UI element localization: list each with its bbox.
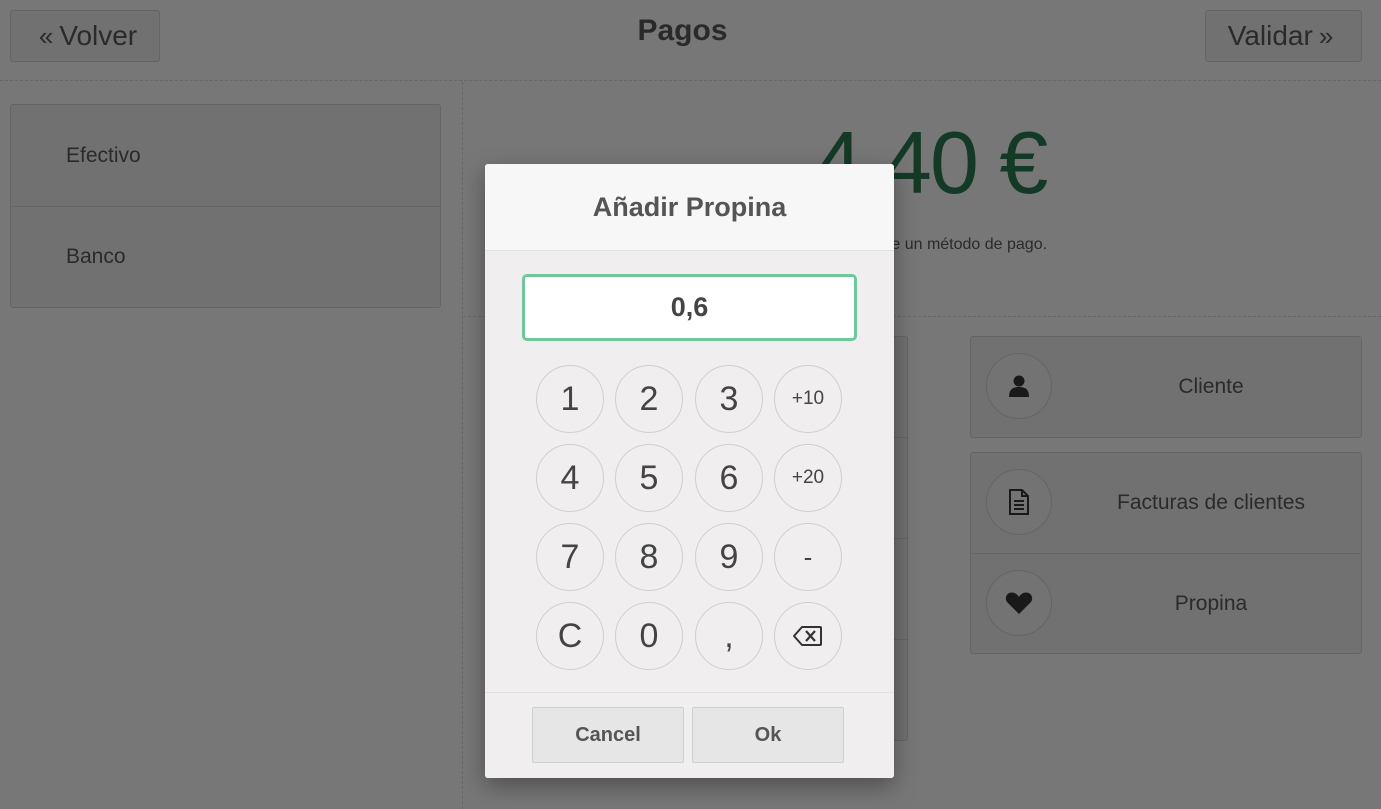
key-7[interactable]: 7 <box>536 523 604 591</box>
key-clear[interactable]: C <box>536 602 604 670</box>
backspace-icon <box>793 625 823 647</box>
dialog-title: Añadir Propina <box>485 164 894 251</box>
tip-amount-input[interactable]: 0,6 <box>522 274 857 341</box>
cancel-button[interactable]: Cancel <box>532 707 684 763</box>
key-plus-20[interactable]: +20 <box>774 444 842 512</box>
key-plus-10[interactable]: +10 <box>774 365 842 433</box>
add-tip-dialog: Añadir Propina 0,6 1 2 3 +10 4 5 6 +20 7… <box>485 164 894 778</box>
key-comma[interactable]: , <box>695 602 763 670</box>
key-5[interactable]: 5 <box>615 444 683 512</box>
key-6[interactable]: 6 <box>695 444 763 512</box>
dialog-footer: Cancel Ok <box>485 692 894 778</box>
key-4[interactable]: 4 <box>536 444 604 512</box>
key-3[interactable]: 3 <box>695 365 763 433</box>
key-8[interactable]: 8 <box>615 523 683 591</box>
key-1[interactable]: 1 <box>536 365 604 433</box>
key-9[interactable]: 9 <box>695 523 763 591</box>
numeric-keypad: 1 2 3 +10 4 5 6 +20 7 8 9 - C 0 , <box>536 365 842 671</box>
ok-button[interactable]: Ok <box>692 707 844 763</box>
key-minus[interactable]: - <box>774 523 842 591</box>
key-2[interactable]: 2 <box>615 365 683 433</box>
key-backspace[interactable] <box>774 602 842 670</box>
key-0[interactable]: 0 <box>615 602 683 670</box>
